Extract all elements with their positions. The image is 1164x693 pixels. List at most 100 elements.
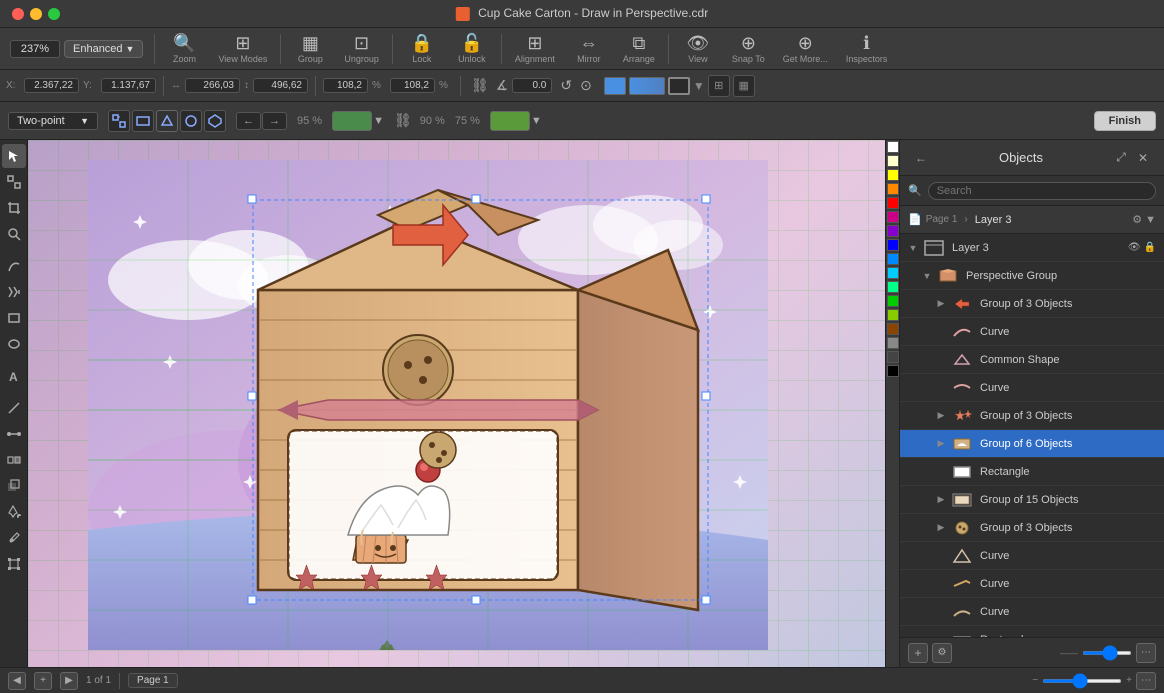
persp-btn1[interactable] xyxy=(108,110,130,132)
color-swatch-green2[interactable] xyxy=(490,111,530,131)
color-brown[interactable] xyxy=(887,323,899,335)
expand-icon[interactable]: ▼ xyxy=(904,243,922,253)
color-blue[interactable] xyxy=(887,239,899,251)
color-gray[interactable] xyxy=(887,337,899,349)
fill-gradient-box[interactable] xyxy=(629,77,665,95)
text-tool[interactable]: A xyxy=(2,364,26,388)
panel-close-button[interactable]: ✕ xyxy=(1132,147,1154,169)
unlock-tool[interactable]: 🔓 Unlock xyxy=(448,32,496,66)
crop-tool[interactable] xyxy=(2,196,26,220)
zoom-tool[interactable]: 🔍 Zoom xyxy=(160,32,208,66)
mirror-tool[interactable]: ⇔ Mirror xyxy=(565,32,613,66)
search-input[interactable] xyxy=(928,182,1156,200)
rect2-row[interactable]: Rectangle xyxy=(900,626,1164,637)
snap-to-tool[interactable]: ⊕ Snap To xyxy=(724,32,773,66)
view-type-select[interactable]: Two-point ▼ xyxy=(8,112,98,130)
canvas-area[interactable] xyxy=(28,140,899,667)
ungroup-tool[interactable]: ⊡ Ungroup xyxy=(336,32,387,66)
rect1-row[interactable]: Rectangle xyxy=(900,458,1164,486)
shadow-tool[interactable] xyxy=(2,474,26,498)
persp-arrow-right[interactable]: → xyxy=(262,112,287,130)
maximize-button[interactable] xyxy=(48,8,60,20)
more-options-button[interactable]: ⋯ xyxy=(1136,672,1156,690)
finish-button[interactable]: Finish xyxy=(1094,111,1156,131)
color-teal[interactable] xyxy=(887,281,899,293)
expand-icon[interactable]: ▼ xyxy=(918,271,936,281)
color-green[interactable] xyxy=(887,295,899,307)
rotate-icon[interactable]: ↺ xyxy=(560,77,572,94)
color-pink[interactable] xyxy=(887,211,899,223)
curve4-row[interactable]: Curve xyxy=(900,570,1164,598)
page-prev-button[interactable]: ◀ xyxy=(8,672,26,690)
layer-lock[interactable]: 🔒 xyxy=(1144,242,1156,253)
line-tool[interactable] xyxy=(2,396,26,420)
layer-visibility[interactable]: 👁 xyxy=(1128,242,1141,253)
curve2-row[interactable]: Curve xyxy=(900,374,1164,402)
height-field[interactable] xyxy=(253,78,308,93)
page-name-tag[interactable]: Page 1 xyxy=(128,673,178,688)
freehand-tool[interactable] xyxy=(2,254,26,278)
view-modes-tool[interactable]: ⊞ View Modes xyxy=(210,32,275,66)
group3b-row[interactable]: ▶ Group of 3 Objects xyxy=(900,402,1164,430)
rectangle-tool[interactable] xyxy=(2,306,26,330)
width-field[interactable] xyxy=(185,78,240,93)
group15-row[interactable]: ▶ Group of 15 Objects xyxy=(900,486,1164,514)
more-button[interactable]: ⋯ xyxy=(1136,643,1156,663)
fill-tool[interactable] xyxy=(2,500,26,524)
color-cyan[interactable] xyxy=(887,267,899,279)
transform-tool[interactable] xyxy=(2,552,26,576)
expand-icon[interactable]: ▶ xyxy=(932,438,950,449)
persp-btn2[interactable] xyxy=(132,110,154,132)
persp-arrow-left[interactable]: ← xyxy=(236,112,261,130)
blend-tool[interactable] xyxy=(2,448,26,472)
connector-tool[interactable] xyxy=(2,422,26,446)
color-swatch-green[interactable] xyxy=(332,111,372,131)
add-page-button[interactable]: + xyxy=(34,672,52,690)
alignment-tool[interactable]: ⊞ Alignment xyxy=(507,32,563,66)
pattern-btn[interactable]: ⊞ xyxy=(708,75,730,97)
group6-row[interactable]: ▶ Group of 6 Objects xyxy=(900,430,1164,458)
persp-btn3[interactable] xyxy=(156,110,178,132)
size-slider[interactable] xyxy=(1082,651,1132,655)
curve5-row[interactable]: Curve xyxy=(900,598,1164,626)
group-tool[interactable]: ▦ Group xyxy=(286,32,334,66)
color-lightyellow[interactable] xyxy=(887,155,899,167)
x-field[interactable] xyxy=(24,78,79,93)
color-lime[interactable] xyxy=(887,309,899,321)
select-tool[interactable] xyxy=(2,144,26,168)
chain-icon[interactable]: ⛓ xyxy=(394,112,412,129)
angle-field[interactable] xyxy=(512,78,552,93)
node-tool[interactable] xyxy=(2,170,26,194)
group3c-row[interactable]: ▶ Group of 3 Objects xyxy=(900,514,1164,542)
page-next-button[interactable]: ▶ xyxy=(60,672,78,690)
color-lightblue[interactable] xyxy=(887,253,899,265)
color-red[interactable] xyxy=(887,197,899,209)
enhanced-button[interactable]: Enhanced ▼ xyxy=(64,40,143,58)
persp-btn5[interactable] xyxy=(204,110,226,132)
ellipse-tool[interactable] xyxy=(2,332,26,356)
view-tool[interactable]: 👁 View xyxy=(674,32,722,66)
color-orange[interactable] xyxy=(887,183,899,195)
green-dropdown[interactable]: ▼ xyxy=(373,115,384,127)
layer-settings-button[interactable]: ⚙ ▼ xyxy=(1132,213,1156,226)
panel-back-button[interactable]: ← xyxy=(910,147,932,169)
panel-expand-button[interactable]: ⤢ xyxy=(1110,147,1132,169)
lock-tool[interactable]: 🔒 Lock xyxy=(398,32,446,66)
color-dropdown[interactable]: ▼ xyxy=(693,79,705,93)
layer-row[interactable]: ▼ Layer 3 👁 🔒 xyxy=(900,234,1164,262)
color-purple[interactable] xyxy=(887,225,899,237)
expand-icon[interactable]: ▶ xyxy=(932,410,950,421)
expand-icon[interactable]: ▶ xyxy=(932,522,950,533)
zoom-slider[interactable] xyxy=(1042,679,1122,683)
layer-options-button[interactable]: ⚙ xyxy=(932,643,952,663)
fill-color-box[interactable] xyxy=(604,77,626,95)
zoom-value[interactable]: 237% xyxy=(10,40,60,58)
zoom-tool-left[interactable] xyxy=(2,222,26,246)
persp-group-row[interactable]: ▼ Perspective Group xyxy=(900,262,1164,290)
expand-icon[interactable]: ▶ xyxy=(932,494,950,505)
persp-btn4[interactable] xyxy=(180,110,202,132)
height-pct-field[interactable] xyxy=(390,78,435,93)
expand-icon[interactable]: ▶ xyxy=(932,298,950,309)
curve3-row[interactable]: Curve xyxy=(900,542,1164,570)
color-yellow[interactable] xyxy=(887,169,899,181)
